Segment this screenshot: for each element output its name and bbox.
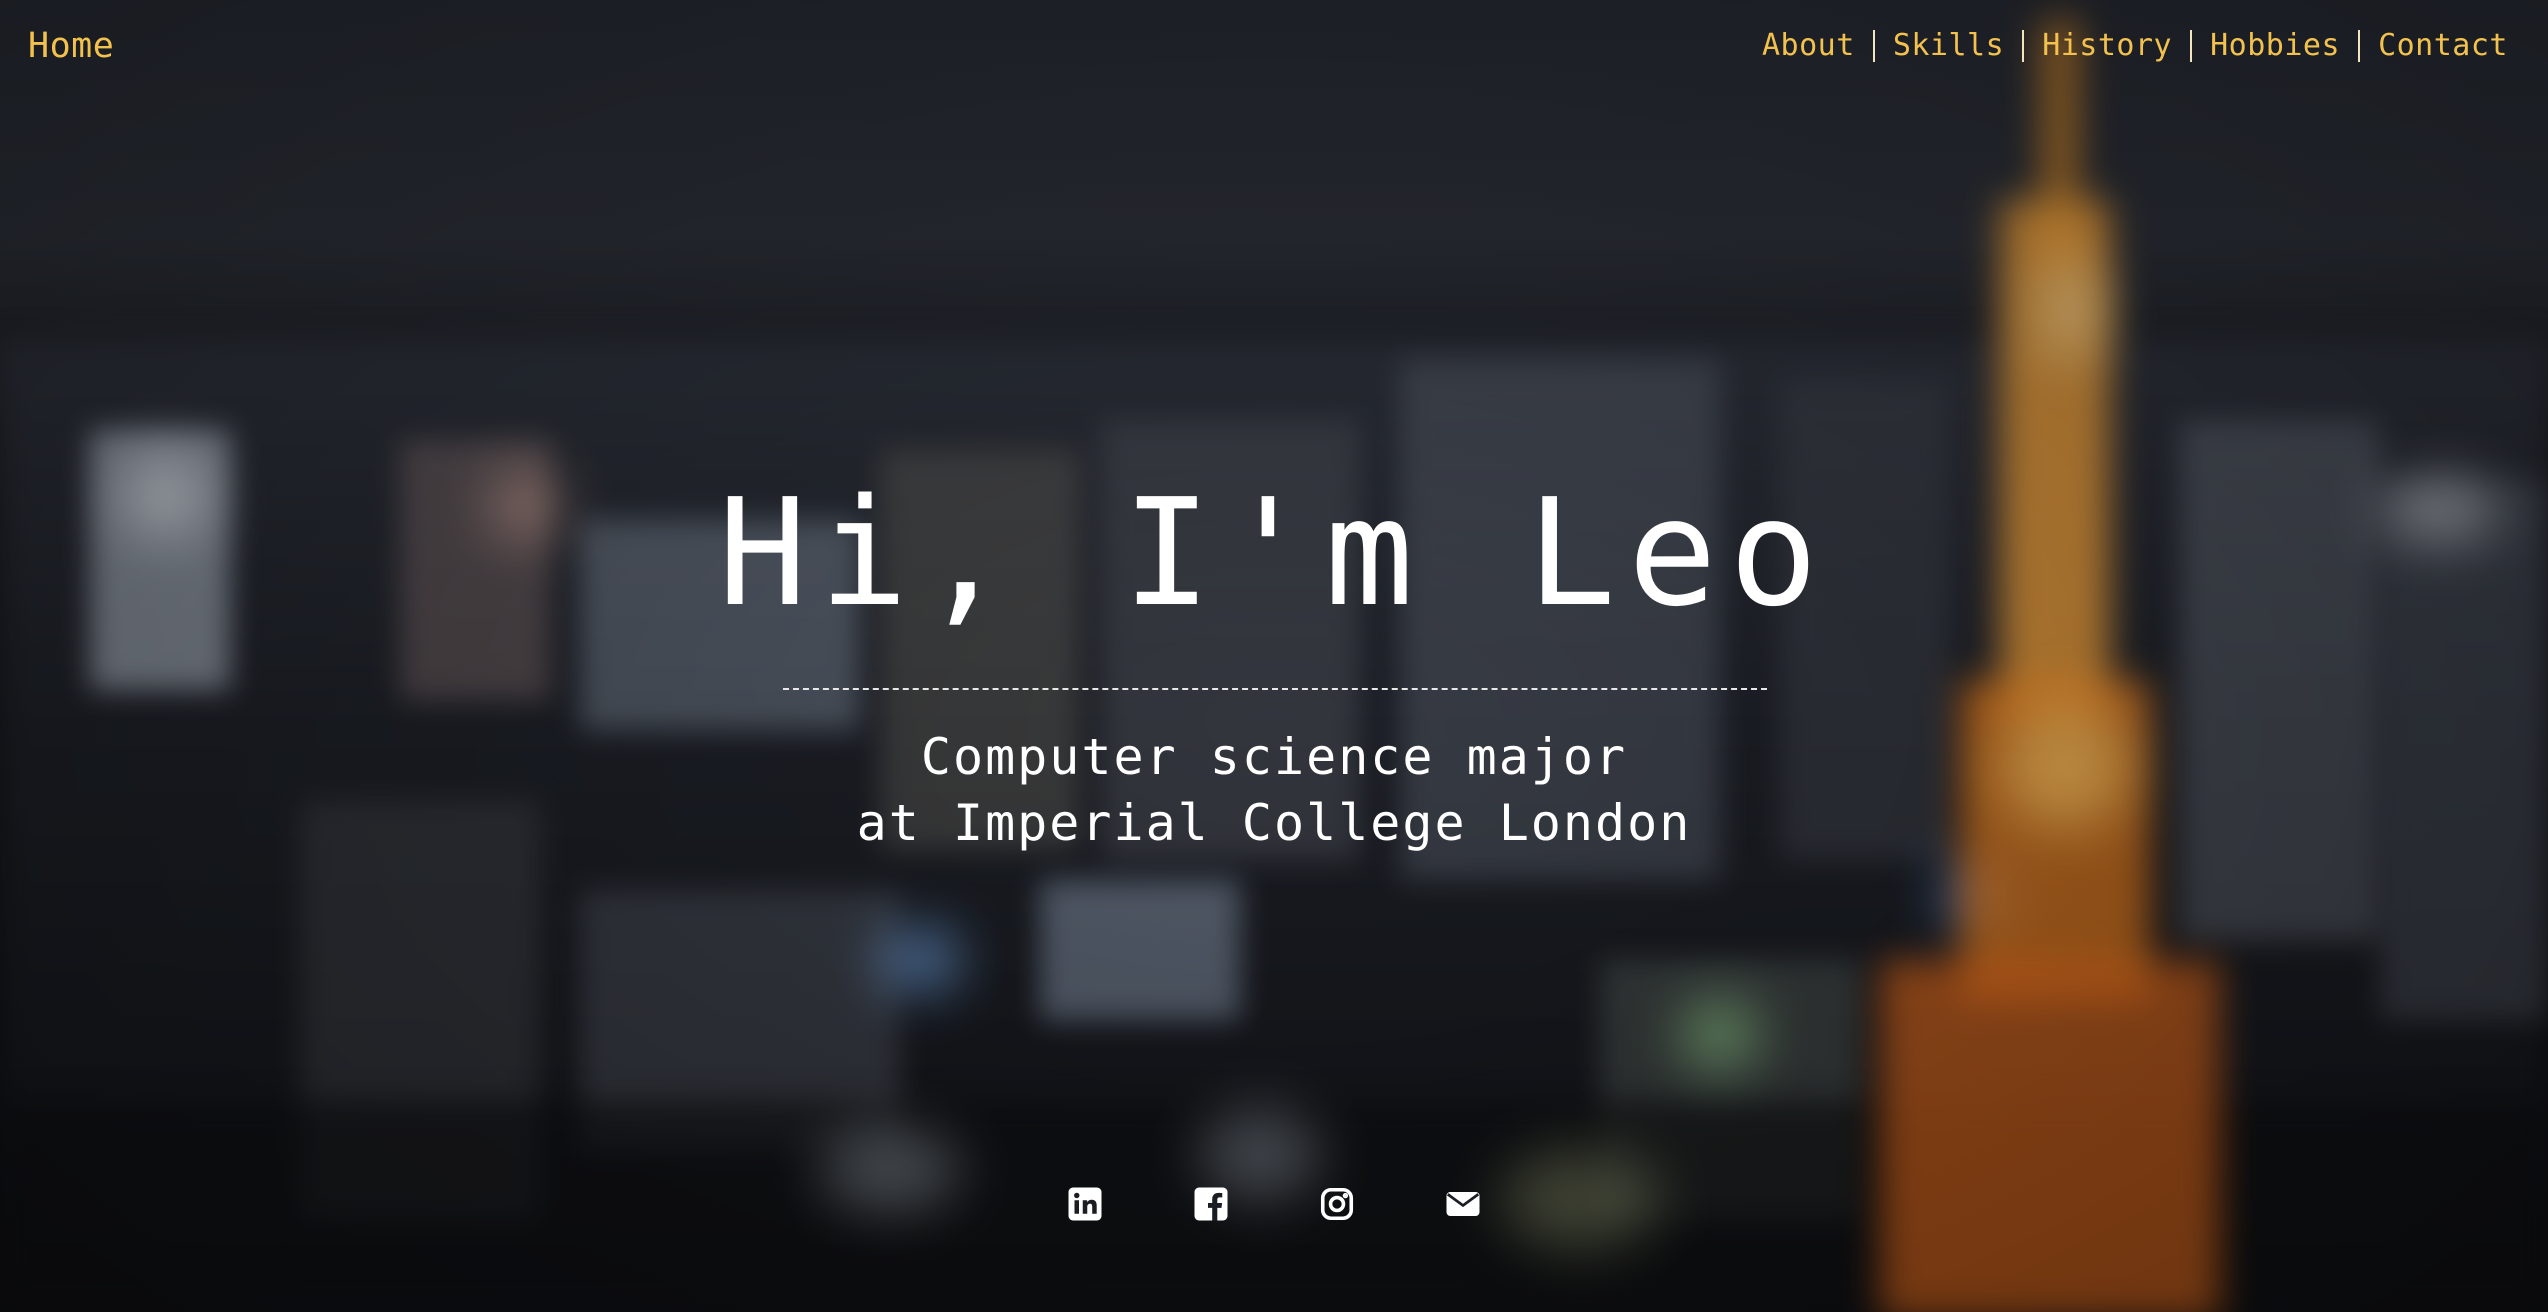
envelope-icon[interactable] xyxy=(1445,1186,1481,1222)
top-nav: About Skills History Hobbies Contact xyxy=(1744,30,2508,62)
hero-subtitle-line-1: Computer science major xyxy=(920,728,1628,786)
instagram-icon[interactable] xyxy=(1319,1186,1355,1222)
hero-subtitle: Computer science major at Imperial Colle… xyxy=(0,724,2548,856)
hero-title: Hi, I'm Leo xyxy=(717,467,1831,639)
nav-link-about[interactable]: About xyxy=(1744,30,1873,62)
hero-divider xyxy=(783,688,1767,690)
nav-link-history[interactable]: History xyxy=(2022,30,2190,62)
nav-link-hobbies[interactable]: Hobbies xyxy=(2190,30,2358,62)
nav-link-skills[interactable]: Skills xyxy=(1872,30,2022,62)
facebook-icon[interactable] xyxy=(1193,1186,1229,1222)
hero-subtitle-line-2: at Imperial College London xyxy=(856,794,1692,852)
nav-home-link[interactable]: Home xyxy=(28,26,114,66)
nav-link-contact[interactable]: Contact xyxy=(2358,30,2508,62)
social-links xyxy=(0,1186,2548,1222)
hero-background xyxy=(0,0,2548,1312)
linkedin-icon[interactable] xyxy=(1067,1186,1103,1222)
